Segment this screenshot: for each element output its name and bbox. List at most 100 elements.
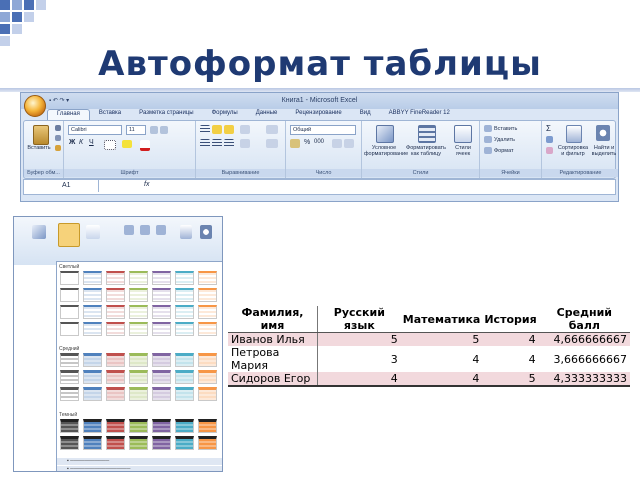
table-style-swatch[interactable] [198, 305, 217, 319]
table-style-swatch[interactable] [198, 322, 217, 336]
cut-icon[interactable] [55, 125, 61, 131]
align-middle-icon[interactable] [212, 125, 222, 134]
table-style-swatch[interactable] [129, 370, 148, 384]
delete-cells-icon[interactable] [140, 225, 150, 235]
find-select-icon[interactable] [200, 225, 212, 239]
table-style-swatch[interactable] [198, 288, 217, 302]
table-style-swatch[interactable] [60, 419, 79, 433]
fx-icon[interactable]: fx [144, 181, 149, 188]
find-select-button[interactable]: Найти и выделить [590, 145, 618, 157]
table-style-swatch[interactable] [83, 436, 102, 450]
table-style-swatch[interactable] [60, 436, 79, 450]
grow-font-icon[interactable] [150, 126, 158, 134]
insert-cells-icon[interactable] [124, 225, 134, 235]
percent-button[interactable]: % [304, 139, 310, 146]
autosum-icon[interactable]: Σ [546, 124, 551, 133]
format-as-table-button[interactable]: Форматировать как таблицу [406, 145, 446, 157]
table-style-swatch[interactable] [83, 387, 102, 401]
sort-filter-button[interactable]: Сортировка и фильтр [556, 145, 590, 157]
table-style-swatch[interactable] [60, 305, 79, 319]
table-style-swatch[interactable] [83, 353, 102, 367]
fill-icon[interactable] [546, 136, 553, 143]
orientation-icon[interactable] [240, 125, 250, 134]
table-style-swatch[interactable] [106, 387, 125, 401]
borders-icon[interactable] [104, 140, 116, 150]
merge-center-icon[interactable] [266, 139, 278, 148]
sort-filter-icon[interactable] [180, 225, 192, 239]
cell-styles-button[interactable]: Стили ячеек [448, 145, 478, 157]
table-style-swatch[interactable] [60, 271, 79, 285]
delete-cells-button[interactable]: Удалить [494, 137, 538, 143]
clear-icon[interactable] [546, 147, 553, 154]
new-table-style-item[interactable]: ▪ ─────────── [57, 458, 222, 465]
align-top-icon[interactable] [200, 125, 210, 134]
indent-icon[interactable] [240, 139, 250, 148]
table-style-swatch[interactable] [106, 305, 125, 319]
format-as-table-icon[interactable] [58, 223, 80, 247]
font-size-select[interactable]: 11 [126, 125, 146, 135]
table-style-swatch[interactable] [198, 271, 217, 285]
table-style-swatch[interactable] [106, 419, 125, 433]
copy-icon[interactable] [55, 135, 61, 141]
table-style-swatch[interactable] [106, 370, 125, 384]
table-style-swatch[interactable] [129, 387, 148, 401]
font-name-select[interactable]: Calibri [68, 125, 122, 135]
table-style-swatch[interactable] [106, 322, 125, 336]
table-style-swatch[interactable] [175, 436, 194, 450]
table-style-swatch[interactable] [60, 353, 79, 367]
align-center-icon[interactable] [212, 139, 222, 148]
conditional-format-button[interactable]: Условное форматирование [364, 145, 408, 157]
format-as-table-icon[interactable] [418, 125, 436, 143]
table-style-swatch[interactable] [152, 436, 171, 450]
insert-cells-icon[interactable] [484, 125, 492, 132]
table-style-swatch[interactable] [175, 387, 194, 401]
table-style-swatch[interactable] [175, 419, 194, 433]
align-left-icon[interactable] [200, 139, 210, 148]
table-style-swatch[interactable] [152, 353, 171, 367]
align-bottom-icon[interactable] [224, 125, 234, 134]
table-style-swatch[interactable] [175, 271, 194, 285]
table-style-swatch[interactable] [106, 436, 125, 450]
table-style-swatch[interactable] [129, 322, 148, 336]
new-pivot-style-item[interactable]: ▪ ───────────────── [57, 466, 222, 471]
table-style-swatch[interactable] [152, 387, 171, 401]
table-style-swatch[interactable] [60, 370, 79, 384]
table-style-swatch[interactable] [83, 305, 102, 319]
bold-button[interactable]: Ж [69, 139, 75, 146]
table-style-swatch[interactable] [152, 305, 171, 319]
decrease-decimal-icon[interactable] [344, 139, 354, 148]
table-style-swatch[interactable] [83, 370, 102, 384]
format-painter-icon[interactable] [55, 145, 61, 151]
italic-button[interactable]: К [79, 139, 83, 146]
table-style-swatch[interactable] [198, 353, 217, 367]
font-color-icon[interactable] [140, 140, 150, 151]
sort-filter-icon[interactable] [566, 125, 582, 143]
table-style-swatch[interactable] [198, 387, 217, 401]
table-style-swatch[interactable] [83, 419, 102, 433]
table-style-swatch[interactable] [129, 271, 148, 285]
conditional-format-icon[interactable] [32, 225, 46, 239]
table-style-swatch[interactable] [175, 353, 194, 367]
table-style-swatch[interactable] [106, 353, 125, 367]
fill-color-icon[interactable] [122, 140, 132, 148]
table-style-swatch[interactable] [152, 271, 171, 285]
table-style-swatch[interactable] [152, 322, 171, 336]
table-style-swatch[interactable] [175, 288, 194, 302]
table-style-swatch[interactable] [198, 436, 217, 450]
currency-icon[interactable] [290, 139, 300, 148]
table-style-swatch[interactable] [60, 288, 79, 302]
table-style-swatch[interactable] [175, 370, 194, 384]
table-style-swatch[interactable] [129, 436, 148, 450]
increase-decimal-icon[interactable] [332, 139, 342, 148]
table-style-swatch[interactable] [129, 353, 148, 367]
table-style-swatch[interactable] [152, 419, 171, 433]
conditional-format-icon[interactable] [376, 125, 394, 143]
table-style-swatch[interactable] [175, 322, 194, 336]
table-style-swatch[interactable] [83, 271, 102, 285]
find-select-icon[interactable] [596, 125, 610, 141]
table-style-swatch[interactable] [129, 419, 148, 433]
format-cells-icon[interactable] [156, 225, 166, 235]
underline-button[interactable]: Ч [89, 139, 94, 146]
shrink-font-icon[interactable] [160, 126, 168, 134]
cell-styles-icon[interactable] [86, 225, 100, 239]
